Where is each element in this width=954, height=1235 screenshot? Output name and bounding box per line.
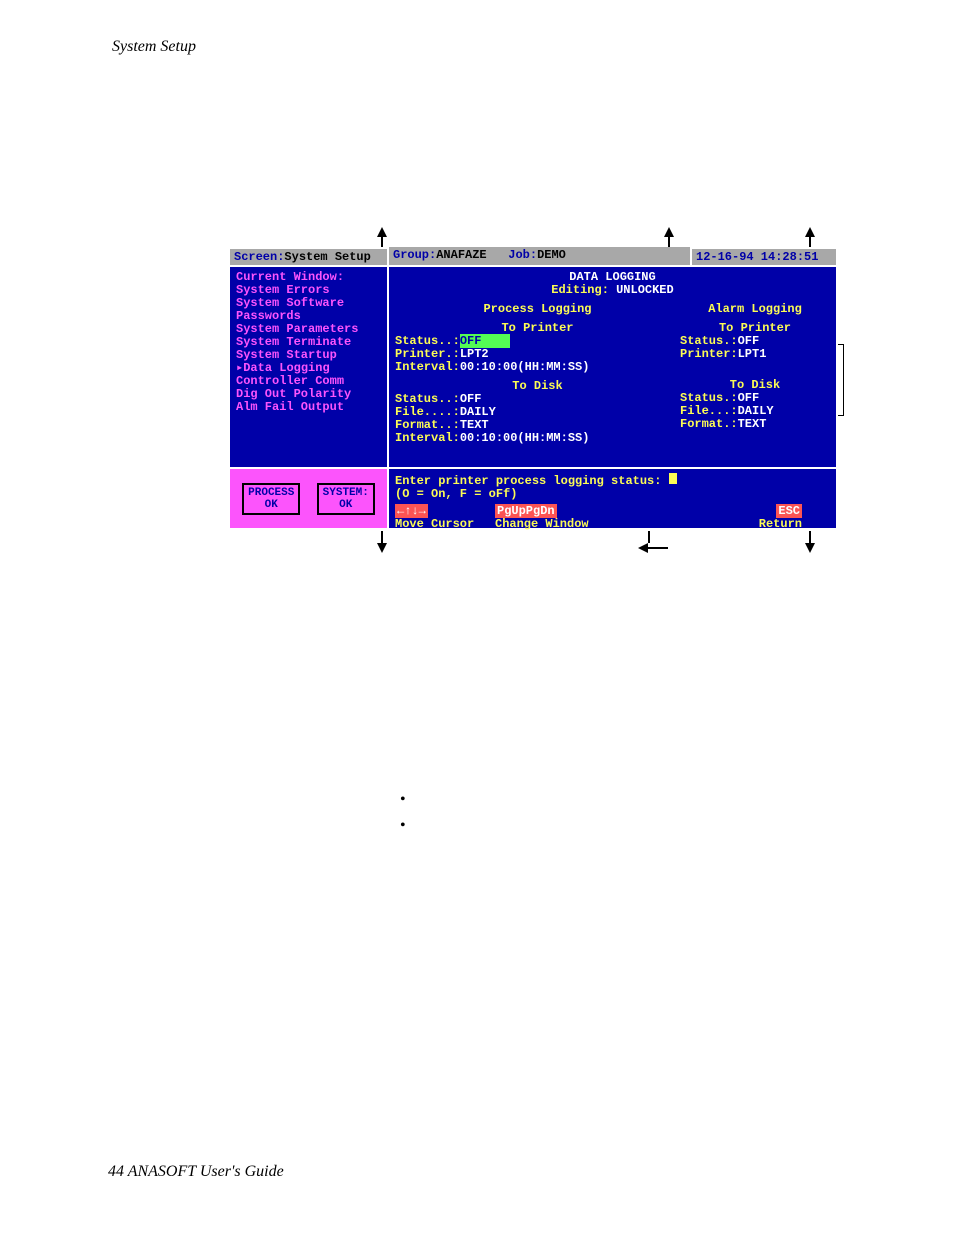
group-label: Group: <box>393 248 436 262</box>
arrow-icon <box>809 531 815 553</box>
process-logging-heading: Process Logging <box>395 303 680 316</box>
field-value[interactable]: LPT2 <box>460 347 489 361</box>
field-label: File....: <box>395 405 460 419</box>
field-label: Format.: <box>680 417 738 431</box>
sidebar-item[interactable]: Alm Fail Output <box>236 401 381 414</box>
hint-text: (O = On, F = oFf) <box>395 488 830 501</box>
editing-value: UNLOCKED <box>609 283 674 297</box>
pgupdn-key-icon: PgUpPgDn <box>495 504 557 518</box>
esc-label: Return <box>759 517 802 531</box>
terminal-screen: Screen:System Setup Group:ANAFAZE Job:DE… <box>228 247 838 530</box>
arrows-label: Move Cursor <box>395 517 474 531</box>
pgupdn-label: Change Window <box>495 517 589 531</box>
job-value: DEMO <box>537 248 566 262</box>
datetime: 12-16-94 14:28:51 <box>696 250 818 264</box>
job-label: Job: <box>508 248 537 262</box>
field-label: Interval: <box>395 360 460 374</box>
field-value[interactable]: 00:10:00(HH:MM:SS) <box>460 431 590 445</box>
field-value[interactable]: DAILY <box>738 404 774 418</box>
screen-label: Screen: <box>234 250 284 264</box>
arrow-icon <box>809 227 815 249</box>
field-value[interactable]: TEXT <box>460 418 489 432</box>
cursor-icon <box>669 473 677 484</box>
group-value: ANAFAZE <box>436 248 486 262</box>
field-value[interactable]: OFF <box>738 334 760 348</box>
editing-label: Editing: <box>551 283 609 297</box>
help-panel: Enter printer process logging status: (O… <box>389 469 838 528</box>
status-field-active[interactable]: OFF <box>460 334 510 348</box>
field-value[interactable]: OFF <box>460 392 482 406</box>
field-value[interactable]: OFF <box>738 391 760 405</box>
title-bar: Screen:System Setup Group:ANAFAZE Job:DE… <box>228 247 838 267</box>
field-value[interactable]: 00:10:00(HH:MM:SS) <box>460 360 590 374</box>
status-panel: PROCESS OK SYSTEM: OK <box>228 469 389 528</box>
field-label: Format..: <box>395 418 460 432</box>
arrow-icon <box>381 227 387 249</box>
field-label: Status..: <box>395 392 460 406</box>
field-value[interactable]: LPT1 <box>738 347 767 361</box>
arrows-key-icon: ←↑↓→ <box>395 504 428 518</box>
screen-value: System Setup <box>284 250 370 264</box>
page-footer: 44 ANASOFT User's Guide <box>108 1163 284 1181</box>
field-label: Status.: <box>680 334 738 348</box>
field-label: Status..: <box>395 334 460 348</box>
field-label: Printer: <box>680 347 738 361</box>
bullet-list <box>400 787 406 839</box>
main-panel: DATA LOGGING Editing: UNLOCKED Process L… <box>389 267 838 467</box>
arrow-icon <box>668 227 674 249</box>
system-status-box: SYSTEM: OK <box>317 483 375 515</box>
field-value[interactable]: DAILY <box>460 405 496 419</box>
alarm-logging-heading: Alarm Logging <box>680 303 830 316</box>
field-value[interactable]: TEXT <box>738 417 767 431</box>
field-label: Interval: <box>395 431 460 445</box>
field-label: Printer.: <box>395 347 460 361</box>
arrow-icon <box>381 531 387 553</box>
field-label: Status.: <box>680 391 738 405</box>
prompt-text: Enter printer process logging status: <box>395 474 661 488</box>
sidebar-menu[interactable]: Current Window: System Errors System Sof… <box>228 267 389 467</box>
process-status-box: PROCESS OK <box>242 483 300 515</box>
page-header: System Setup <box>112 38 196 56</box>
field-label: File...: <box>680 404 738 418</box>
esc-key-icon: ESC <box>776 504 802 518</box>
